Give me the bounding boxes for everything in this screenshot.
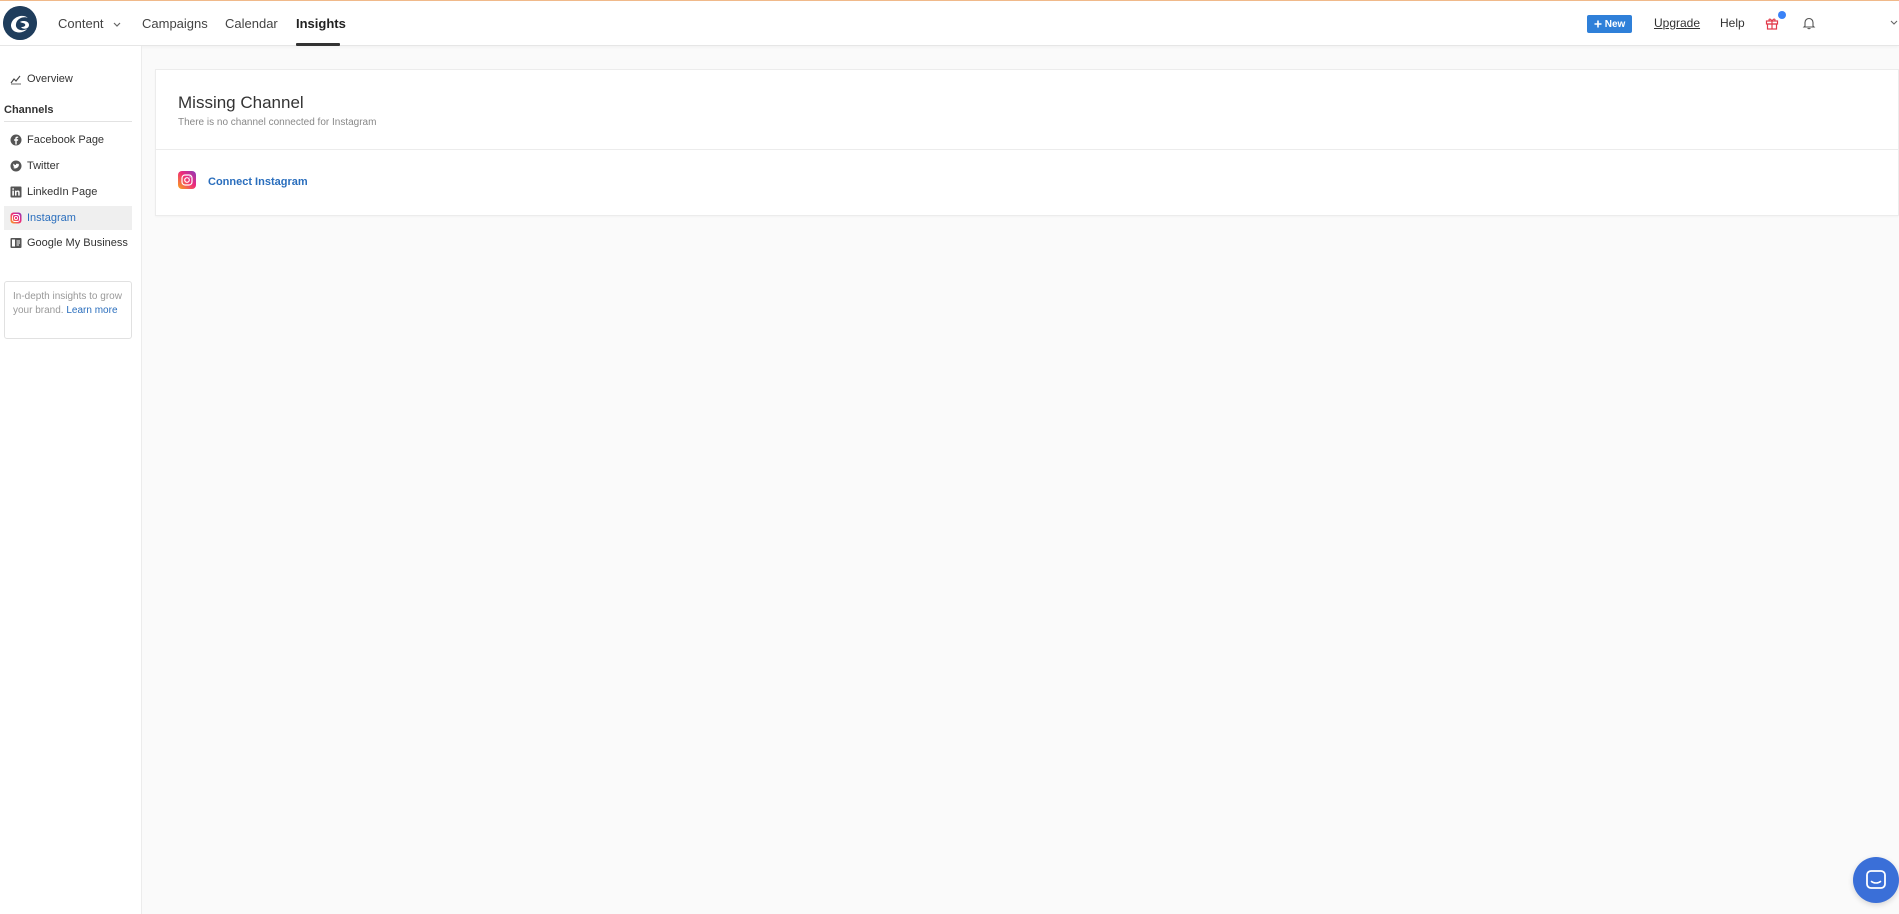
instagram-icon bbox=[178, 171, 196, 189]
sidebar-item-linkedin-page[interactable]: LinkedIn Page bbox=[4, 180, 132, 204]
nav-insights[interactable]: Insights bbox=[296, 16, 346, 31]
account-chevron-down-icon[interactable] bbox=[1889, 17, 1899, 27]
card-divider bbox=[156, 149, 1898, 150]
sidebar-item-label: Instagram bbox=[27, 212, 76, 224]
page-subtitle: There is no channel connected for Instag… bbox=[178, 117, 377, 128]
sidebar-divider bbox=[4, 121, 132, 122]
chevron-down-icon bbox=[113, 22, 121, 27]
chat-icon bbox=[1866, 870, 1886, 889]
nav-content[interactable]: Content bbox=[58, 16, 121, 31]
sidebar-item-label: LinkedIn Page bbox=[27, 186, 98, 198]
plus-icon bbox=[1594, 20, 1602, 28]
trend-chart-icon bbox=[10, 73, 22, 85]
sidebar-item-label: Overview bbox=[27, 73, 73, 85]
notification-dot bbox=[1778, 11, 1786, 19]
sidebar-item-label: Google My Business bbox=[27, 237, 128, 249]
sidebar-item-label: Twitter bbox=[27, 160, 60, 172]
sidebar-item-twitter[interactable]: Twitter bbox=[4, 154, 132, 178]
sidebar-item-instagram[interactable]: Instagram bbox=[4, 206, 132, 230]
nav-campaigns[interactable]: Campaigns bbox=[142, 16, 208, 31]
learn-more-link[interactable]: Learn more bbox=[66, 305, 117, 316]
twitter-icon bbox=[10, 160, 22, 172]
help-link[interactable]: Help bbox=[1720, 16, 1745, 30]
missing-channel-card: Missing Channel There is no channel conn… bbox=[155, 69, 1899, 216]
chat-launcher-button[interactable] bbox=[1853, 857, 1899, 903]
sidebar-item-overview[interactable]: Overview bbox=[4, 67, 132, 91]
connect-instagram-link[interactable]: Connect Instagram bbox=[208, 176, 308, 188]
sidebar: Overview Channels Facebook Page Twitter bbox=[0, 46, 142, 914]
new-button[interactable]: New bbox=[1587, 15, 1632, 33]
new-button-label: New bbox=[1604, 18, 1626, 30]
sidebar-item-google-my-business[interactable]: Google My Business bbox=[4, 231, 132, 255]
upgrade-link[interactable]: Upgrade bbox=[1654, 16, 1700, 30]
gift-icon[interactable] bbox=[1765, 16, 1779, 30]
insights-promo-box: In-depth insights to grow your brand. Le… bbox=[4, 281, 132, 339]
instagram-icon bbox=[10, 212, 22, 224]
nav-calendar[interactable]: Calendar bbox=[225, 16, 278, 31]
facebook-icon bbox=[10, 134, 22, 146]
channels-heading: Channels bbox=[4, 104, 54, 116]
google-my-business-icon bbox=[10, 237, 22, 249]
page-title: Missing Channel bbox=[178, 93, 304, 112]
app-logo[interactable] bbox=[3, 6, 37, 40]
sidebar-item-label: Facebook Page bbox=[27, 134, 105, 146]
linkedin-icon bbox=[10, 186, 22, 198]
sidebar-item-facebook-page[interactable]: Facebook Page bbox=[4, 128, 132, 152]
top-navigation-bar: Content Campaigns Calendar Insights New … bbox=[0, 0, 1899, 46]
nav-content-label: Content bbox=[58, 16, 104, 31]
bell-icon[interactable] bbox=[1802, 16, 1816, 30]
active-tab-indicator bbox=[296, 43, 340, 46]
